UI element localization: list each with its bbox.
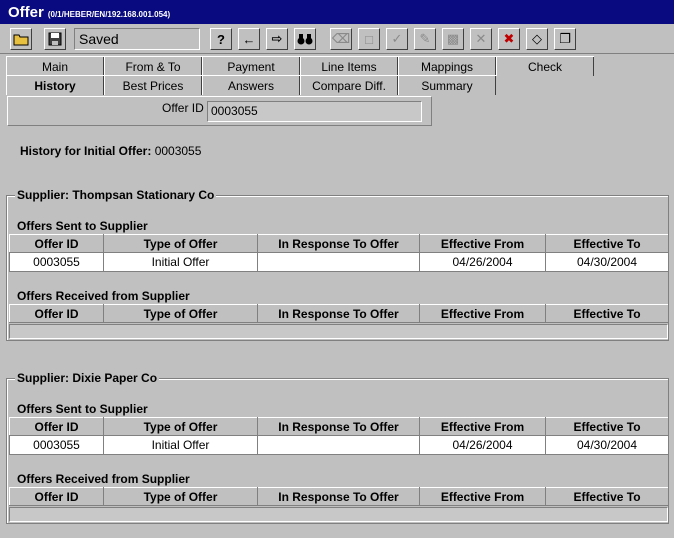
cell-type: Initial Offer	[103, 435, 258, 455]
offers-received-table: Offer ID Type of Offer In Response To Of…	[9, 487, 669, 506]
column-header[interactable]: Type of Offer	[103, 234, 258, 253]
column-header[interactable]: Offer ID	[9, 304, 104, 323]
column-header[interactable]: Type of Offer	[103, 487, 258, 506]
column-header[interactable]: In Response To Offer	[257, 304, 420, 323]
tab-mappings[interactable]: Mappings	[398, 57, 496, 76]
window-subtitle: (0/1/HEBER/EN/192.168.001.054)	[47, 10, 171, 19]
cell-response-to	[257, 252, 420, 272]
copy-pages-icon[interactable]: ❐	[554, 28, 576, 50]
table-row[interactable]: 0003055 Initial Offer 04/26/2004 04/30/2…	[9, 252, 669, 272]
edit-icon[interactable]: ✎	[414, 28, 436, 50]
back-arrow-icon[interactable]: ←	[238, 28, 260, 50]
column-header[interactable]: Offer ID	[9, 487, 104, 506]
tab-answers[interactable]: Answers	[202, 76, 300, 95]
cell-offer-id: 0003055	[9, 252, 104, 272]
column-header[interactable]: Effective From	[419, 417, 546, 436]
column-header[interactable]: Type of Offer	[103, 417, 258, 436]
history-value: 0003055	[154, 144, 202, 158]
offer-id-field[interactable]: 0003055	[207, 101, 422, 122]
tab-main[interactable]: Main	[6, 57, 104, 76]
tab-line-items[interactable]: Line Items	[300, 57, 398, 76]
column-header[interactable]: Effective To	[545, 304, 669, 323]
offers-received-heading: Offers Received from Supplier	[17, 472, 190, 486]
title-bar: Offer (0/1/HEBER/EN/192.168.001.054)	[0, 0, 674, 24]
column-header[interactable]: In Response To Offer	[257, 487, 420, 506]
supplier-group-2: Supplier: Dixie Paper Co Offers Sent to …	[6, 371, 669, 524]
status-field: Saved	[74, 28, 200, 50]
column-header[interactable]: Effective To	[545, 417, 669, 436]
exit-icon[interactable]: ⇨	[266, 28, 288, 50]
cell-effective-from: 04/26/2004	[419, 252, 546, 272]
tab-from-to[interactable]: From & To	[104, 57, 202, 76]
column-header[interactable]: In Response To Offer	[257, 417, 420, 436]
print-icon[interactable]: ▩	[442, 28, 464, 50]
tab-payment[interactable]: Payment	[202, 57, 300, 76]
tab-history[interactable]: History	[6, 76, 104, 95]
tab-row-2: History Best Prices Answers Compare Diff…	[6, 75, 496, 95]
comment-icon[interactable]: □	[358, 28, 380, 50]
column-header[interactable]: Effective From	[419, 304, 546, 323]
tag-icon[interactable]: ◇	[526, 28, 548, 50]
offers-sent-heading: Offers Sent to Supplier	[17, 402, 148, 416]
offer-id-label: Offer ID	[162, 101, 204, 115]
supplier-group-1: Supplier: Thompsan Stationary Co Offers …	[6, 188, 669, 341]
open-folder-icon[interactable]	[10, 28, 32, 50]
toolbar: Saved ? ← ⇨ ⌫ □ ✓ ✎ ▩ ✕ ✖ ◇ ❐	[0, 24, 674, 54]
binoculars-icon[interactable]	[294, 28, 316, 50]
window-title: Offer	[8, 4, 44, 21]
tab-summary[interactable]: Summary	[398, 76, 496, 95]
table-row[interactable]: 0003055 Initial Offer 04/26/2004 04/30/2…	[9, 435, 669, 455]
tab-best-prices[interactable]: Best Prices	[104, 76, 202, 95]
cell-response-to	[257, 435, 420, 455]
help-icon[interactable]: ?	[210, 28, 232, 50]
cell-effective-from: 04/26/2004	[419, 435, 546, 455]
reject-icon[interactable]: ✖	[498, 28, 520, 50]
cancel-x-icon[interactable]: ✕	[470, 28, 492, 50]
history-label: History for Initial Offer:	[20, 144, 152, 158]
empty-results-area	[9, 507, 668, 522]
column-header[interactable]: In Response To Offer	[257, 234, 420, 253]
cell-effective-to: 04/30/2004	[545, 435, 669, 455]
empty-results-area	[9, 324, 668, 339]
offers-sent-table: Offer ID Type of Offer In Response To Of…	[9, 234, 669, 272]
offers-sent-table: Offer ID Type of Offer In Response To Of…	[9, 417, 669, 455]
tab-row-1: Main From & To Payment Line Items Mappin…	[6, 56, 594, 76]
offers-received-heading: Offers Received from Supplier	[17, 289, 190, 303]
save-disk-icon[interactable]	[44, 28, 66, 50]
offer-id-panel: Offer ID 0003055	[7, 96, 432, 126]
column-header[interactable]: Offer ID	[9, 234, 104, 253]
tab-check[interactable]: Check	[496, 57, 594, 76]
column-header[interactable]: Effective To	[545, 487, 669, 506]
supplier-legend: Supplier: Thompsan Stationary Co	[15, 188, 217, 202]
offers-sent-heading: Offers Sent to Supplier	[17, 219, 148, 233]
trash-icon[interactable]: ⌫	[330, 28, 352, 50]
column-header[interactable]: Effective From	[419, 234, 546, 253]
column-header[interactable]: Effective To	[545, 234, 669, 253]
column-header[interactable]: Offer ID	[9, 417, 104, 436]
cell-type: Initial Offer	[103, 252, 258, 272]
cell-offer-id: 0003055	[9, 435, 104, 455]
column-header[interactable]: Effective From	[419, 487, 546, 506]
cell-effective-to: 04/30/2004	[545, 252, 669, 272]
offers-received-table: Offer ID Type of Offer In Response To Of…	[9, 304, 669, 323]
supplier-legend: Supplier: Dixie Paper Co	[15, 371, 160, 385]
history-heading: History for Initial Offer: 0003055	[20, 144, 201, 158]
tab-compare-diff[interactable]: Compare Diff.	[300, 76, 398, 95]
check-doc-icon[interactable]: ✓	[386, 28, 408, 50]
column-header[interactable]: Type of Offer	[103, 304, 258, 323]
